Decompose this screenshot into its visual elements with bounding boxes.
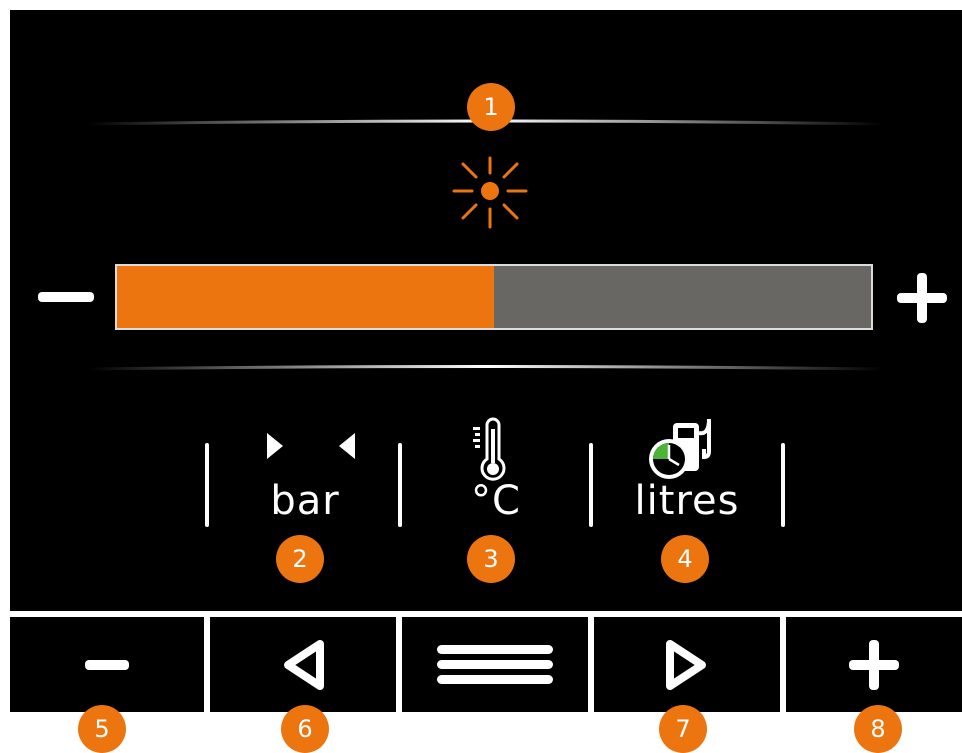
brightness-plus-button[interactable]: [895, 271, 949, 325]
callout-badge: 8: [854, 705, 902, 753]
triangle-right-icon: [666, 639, 706, 690]
unit-option-litres[interactable]: litres: [595, 415, 779, 535]
display-screen: bar °C litres 1 2 3 4: [10, 10, 962, 712]
nav-previous-button[interactable]: [210, 617, 396, 712]
callout-badge: 6: [281, 705, 329, 753]
callout-badge: 4: [661, 535, 709, 583]
brightness-minus-button[interactable]: [36, 290, 96, 304]
menu-icon: [437, 644, 553, 684]
nav-minus-button[interactable]: [10, 617, 204, 712]
fuel-pump-clock-icon: [649, 418, 711, 479]
thermometer-icon: [473, 417, 506, 481]
unit-separator: [589, 443, 593, 527]
unit-label: bar: [270, 478, 340, 524]
unit-label: litres: [634, 478, 740, 524]
pressure-arrows-icon: [267, 433, 355, 459]
unit-separator: [398, 443, 402, 527]
triangle-left-icon: [284, 639, 324, 690]
callout-badge: 1: [467, 83, 515, 131]
nav-plus-button[interactable]: [786, 617, 962, 712]
unit-label: °C: [471, 478, 521, 524]
unit-separator: [781, 443, 785, 527]
callout-badge: 3: [467, 535, 515, 583]
sun-icon: [452, 156, 528, 229]
nav-menu-button[interactable]: [402, 617, 588, 712]
callout-badge: 5: [78, 705, 126, 753]
middle-divider: [87, 365, 885, 371]
callout-badge: 2: [276, 535, 324, 583]
brightness-fill: [117, 266, 494, 328]
unit-option-bar[interactable]: bar: [215, 415, 395, 535]
unit-separator: [205, 443, 209, 527]
callout-badge: 7: [659, 705, 707, 753]
brightness-bar[interactable]: [115, 264, 873, 330]
plus-icon: [849, 639, 899, 690]
minus-icon: [85, 659, 129, 670]
unit-option-celsius[interactable]: °C: [408, 415, 584, 535]
nav-next-button[interactable]: [594, 617, 780, 712]
